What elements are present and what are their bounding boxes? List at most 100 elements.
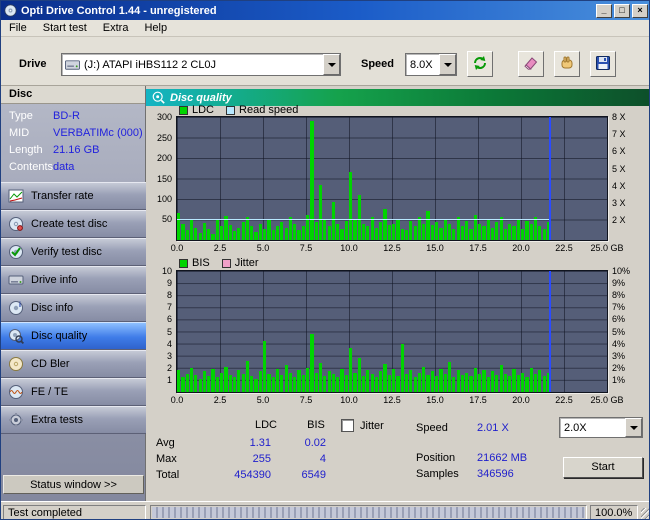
drive-select[interactable]: (J:) ATAPI iHBS112 2 CL0J [61, 53, 341, 76]
data-bar [254, 378, 258, 392]
read-speed-select-arrow[interactable] [625, 418, 642, 437]
x-axis-tick: 5.0 [256, 243, 270, 253]
data-bar [207, 376, 211, 392]
data-bar [379, 371, 383, 392]
data-bar [215, 377, 219, 392]
data-bar [340, 369, 344, 392]
menu-extra[interactable]: Extra [95, 20, 137, 36]
jitter-legend-swatch [221, 258, 231, 268]
data-bar [181, 377, 185, 392]
data-bar [447, 361, 452, 392]
stats-row-max-label: Max [156, 453, 177, 465]
data-bar [275, 225, 280, 240]
disc-mid-value: VERBATIMc (000) [53, 127, 143, 139]
samples-stat-label: Samples [416, 468, 459, 480]
data-bar [413, 377, 417, 392]
data-bar [344, 375, 348, 392]
menu-help[interactable]: Help [136, 20, 175, 36]
erase-disc-button[interactable] [518, 51, 544, 77]
refresh-button[interactable] [467, 51, 493, 77]
chart-icon [8, 188, 24, 204]
sidebar-item-disc-quality[interactable]: Disc quality [1, 322, 146, 350]
menu-file[interactable]: File [1, 20, 35, 36]
data-bar [447, 223, 452, 240]
y-axis-tick-right: 6 X [612, 146, 626, 157]
disc-type-label: Type [9, 110, 33, 122]
y-axis-tick-right: 2 X [612, 215, 626, 226]
y-axis-tick: 1 [166, 374, 172, 385]
data-bar [495, 221, 499, 240]
sidebar-item-label: Drive info [31, 274, 78, 286]
close-button[interactable]: × [632, 3, 648, 18]
data-bar [288, 372, 293, 392]
data-bar [181, 224, 185, 240]
floppy-disk-icon [595, 55, 611, 74]
data-bar [529, 367, 533, 392]
data-bar [245, 217, 250, 240]
read-speed-select[interactable]: 2.0X [559, 417, 643, 438]
titlebar: Opti Drive Control 1.44 - unregistered _… [1, 1, 649, 20]
data-bar [357, 194, 361, 240]
y-axis-tick-right: 3% [612, 350, 626, 361]
data-bar [288, 217, 293, 240]
data-bar [430, 225, 434, 240]
gear-icon [8, 412, 24, 428]
data-bar [529, 223, 533, 240]
sidebar-item-drive-info[interactable]: Drive info [1, 266, 146, 294]
save-button[interactable] [590, 51, 616, 77]
data-bar [460, 226, 465, 240]
data-bar [336, 223, 340, 240]
data-bar [387, 225, 391, 240]
start-button[interactable]: Start [563, 457, 643, 478]
sidebar-item-label: Verify test disc [31, 246, 102, 258]
sidebar-item-disc-info[interactable]: i Disc info [1, 294, 146, 322]
data-bar [396, 376, 400, 392]
sidebar-item-fe-te[interactable]: FE / TE [1, 378, 146, 406]
sidebar-item-extra-tests[interactable]: Extra tests [1, 406, 146, 434]
eject-button[interactable] [554, 51, 580, 77]
data-bar [435, 376, 439, 392]
data-bar [452, 229, 456, 240]
data-bar [301, 226, 305, 240]
sidebar-item-cd-bler[interactable]: CD Bler [1, 350, 146, 378]
minimize-button[interactable]: _ [596, 3, 612, 18]
drive-select-arrow[interactable] [323, 54, 340, 75]
data-bar [207, 228, 211, 240]
speed-select-arrow[interactable] [439, 54, 456, 75]
sidebar-item-label: Create test disc [31, 218, 108, 230]
status-window-button[interactable]: Status window >> [3, 475, 144, 494]
x-axis-tick: 12.5 [383, 395, 401, 405]
data-bar [374, 377, 379, 392]
data-bar [460, 375, 465, 392]
sidebar-item-create-test-disc[interactable]: Create test disc [1, 210, 146, 238]
data-bar [293, 224, 297, 240]
sidebar-item-transfer-rate[interactable]: Transfer rate [1, 182, 146, 210]
data-bar [211, 369, 215, 392]
ldc-legend-label: LDC [192, 104, 215, 116]
maximize-button[interactable]: □ [614, 3, 630, 18]
data-bar [275, 369, 280, 392]
x-axis-tick: 7.5 [299, 395, 313, 405]
menu-start-test[interactable]: Start test [35, 20, 95, 36]
data-bar [361, 223, 366, 240]
data-bar [512, 226, 516, 240]
sidebar-item-label: Extra tests [31, 414, 83, 426]
sidebar-item-verify-test-disc[interactable]: Verify test disc [1, 238, 146, 266]
read-speed-legend-swatch [226, 105, 236, 115]
data-bar [512, 369, 516, 392]
data-bar [185, 373, 189, 392]
window-title: Opti Drive Control 1.44 - unregistered [21, 4, 217, 17]
data-bar [443, 373, 447, 392]
y-axis-tick: 9 [166, 278, 172, 289]
data-bar [439, 227, 443, 240]
speed-label: Speed [361, 58, 395, 70]
jitter-checkbox-label: Jitter [360, 420, 384, 432]
speed-select[interactable]: 8.0X [405, 53, 457, 76]
data-bar [542, 228, 546, 240]
y-axis-tick-right: 8 X [612, 112, 626, 122]
stats-row-total-label: Total [156, 469, 180, 481]
read-speed-select-value: 2.0X [564, 421, 587, 434]
data-bar [327, 371, 331, 392]
jitter-checkbox[interactable] [341, 419, 354, 432]
data-bar [215, 220, 219, 240]
